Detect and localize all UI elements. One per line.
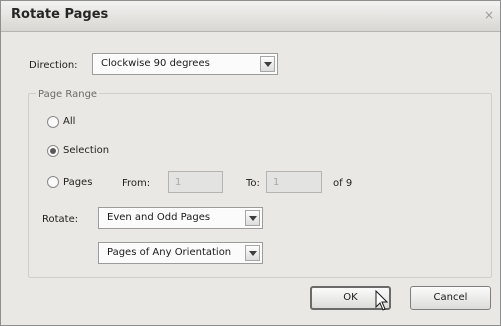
chevron-down-icon[interactable]: [245, 245, 260, 261]
chevron-down-icon[interactable]: [245, 210, 260, 226]
rotate-pages-dropdown[interactable]: Even and Odd Pages: [98, 207, 263, 229]
dialog-title: Rotate Pages: [11, 7, 109, 22]
rotate-pages-dialog: Rotate Pages × Direction: Clockwise 90 d…: [0, 0, 501, 326]
radio-pages[interactable]: [47, 176, 59, 188]
direction-label: Direction:: [29, 60, 78, 71]
from-input[interactable]: [169, 172, 222, 192]
to-field[interactable]: [266, 171, 322, 193]
radio-all-label[interactable]: All: [63, 116, 75, 127]
orientation-dropdown[interactable]: Pages of Any Orientation: [98, 242, 263, 264]
direction-value: Clockwise 90 degrees: [101, 58, 210, 69]
radio-selection-label[interactable]: Selection: [63, 145, 109, 156]
cancel-button[interactable]: Cancel: [410, 286, 491, 310]
radio-selection[interactable]: [47, 145, 59, 157]
radio-pages-label[interactable]: Pages: [63, 177, 92, 188]
direction-dropdown[interactable]: Clockwise 90 degrees: [92, 53, 278, 75]
from-label: From:: [122, 178, 151, 189]
page-range-title: Page Range: [36, 89, 100, 100]
from-field[interactable]: [168, 171, 223, 193]
title-bar: Rotate Pages ×: [1, 1, 500, 32]
orientation-value: Pages of Any Orientation: [107, 247, 232, 258]
close-icon[interactable]: ×: [482, 8, 496, 22]
mouse-pointer-icon: [375, 290, 389, 311]
rotate-label: Rotate:: [42, 214, 79, 225]
radio-all[interactable]: [47, 116, 59, 128]
to-label: To:: [246, 178, 260, 189]
page-count-label: of 9: [333, 178, 353, 189]
chevron-down-icon[interactable]: [260, 56, 275, 72]
to-input[interactable]: [267, 172, 321, 192]
rotate-pages-value: Even and Odd Pages: [107, 212, 211, 223]
